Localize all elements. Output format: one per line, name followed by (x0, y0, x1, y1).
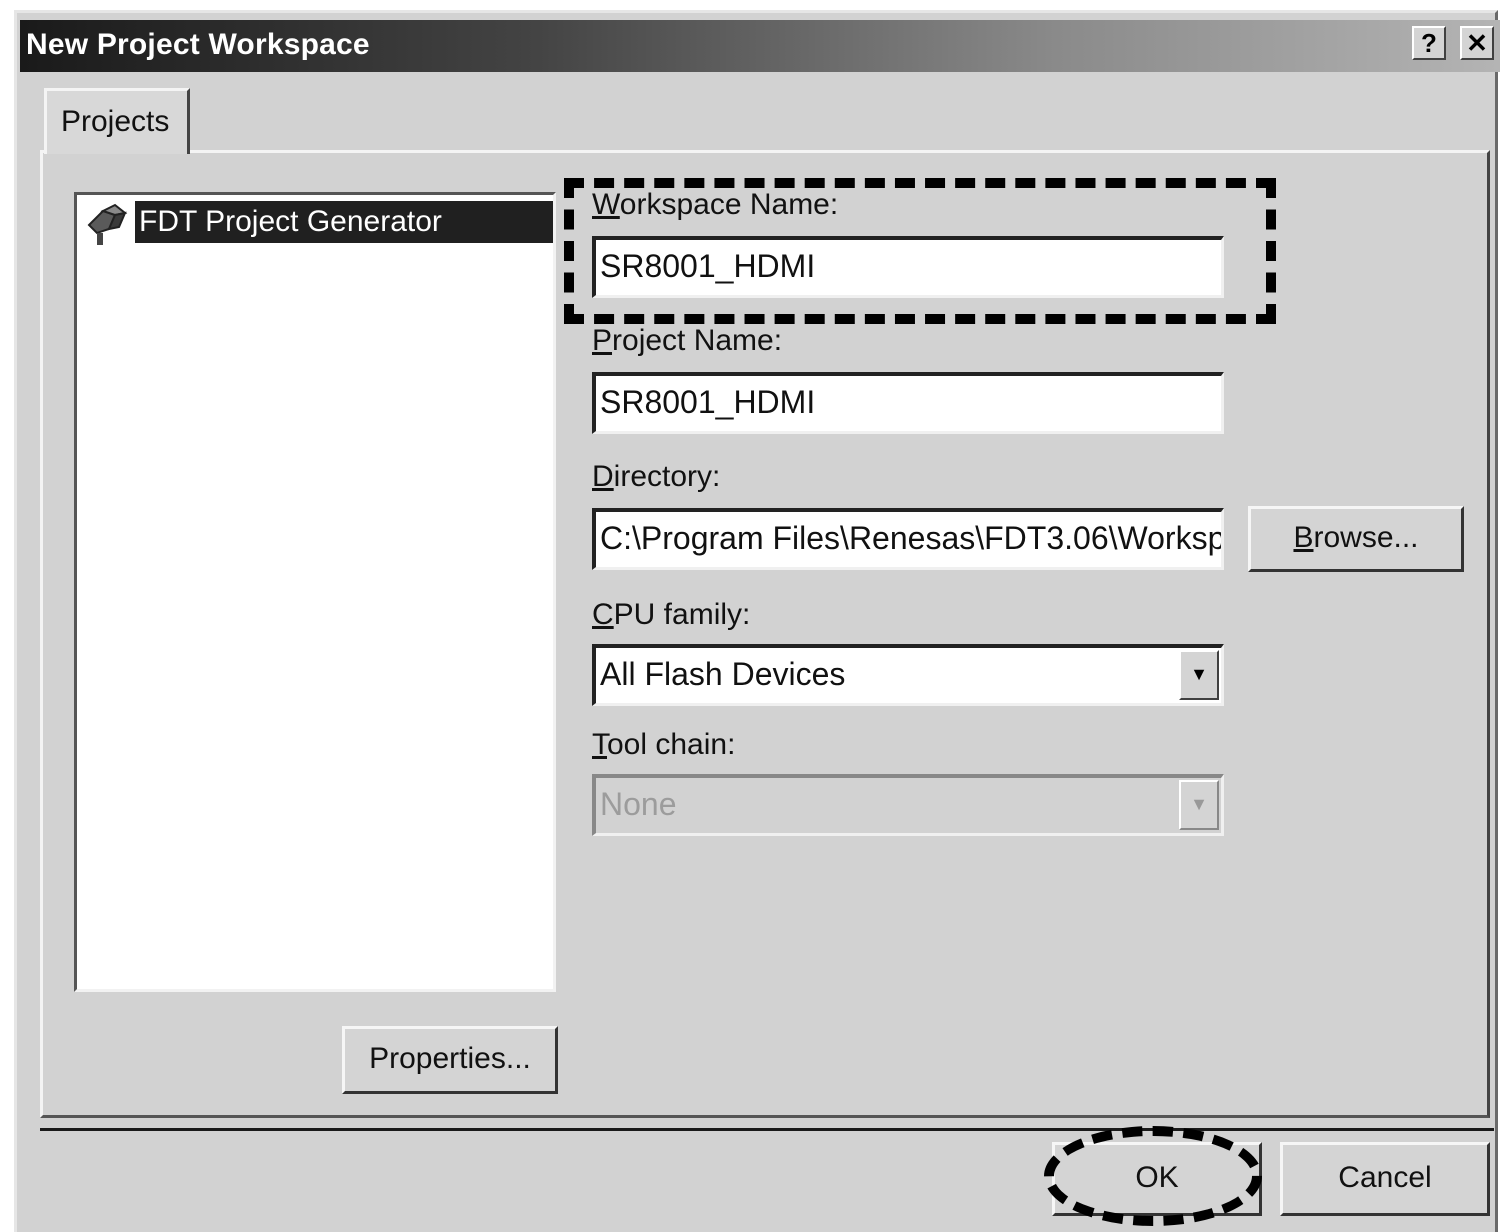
directory-label: Directory: (592, 460, 721, 493)
tool-chain-label: Tool chain: (592, 728, 736, 761)
project-name-label: Project Name: (592, 324, 783, 357)
separator (40, 1128, 1494, 1131)
title-bar: New Project Workspace ? ✕ (20, 20, 1500, 72)
project-generator-icon (85, 203, 131, 247)
tab-projects-label: Projects (61, 105, 170, 138)
close-button[interactable]: ✕ (1460, 26, 1494, 60)
cpu-family-value: All Flash Devices (600, 656, 846, 692)
cpu-family-label: CPU family: (592, 598, 751, 631)
list-item-label: FDT Project Generator (135, 201, 553, 243)
properties-button[interactable]: Properties... (342, 1026, 558, 1094)
workspace-name-input[interactable]: SR8001_HDMI (592, 236, 1224, 298)
list-item-fdt-project-generator[interactable]: FDT Project Generator (83, 201, 553, 247)
chevron-down-icon[interactable]: ▼ (1179, 650, 1219, 700)
tab-projects[interactable]: Projects (44, 88, 190, 154)
browse-button[interactable]: Browse... (1248, 506, 1464, 572)
cpu-family-select[interactable]: All Flash Devices ▼ (592, 644, 1224, 706)
workspace-name-label: Workspace Name: (592, 188, 839, 221)
help-button[interactable]: ? (1412, 26, 1446, 60)
window-title: New Project Workspace (26, 28, 370, 61)
directory-input[interactable]: C:\Program Files\Renesas\FDT3.06\Workspa (592, 508, 1224, 570)
project-type-list[interactable]: FDT Project Generator (74, 192, 556, 992)
project-name-input[interactable]: SR8001_HDMI (592, 372, 1224, 434)
ok-button-highlight (1044, 1126, 1262, 1226)
tool-chain-select: None ▼ (592, 774, 1224, 836)
chevron-down-icon: ▼ (1179, 780, 1219, 830)
cancel-button[interactable]: Cancel (1280, 1142, 1490, 1216)
tool-chain-value: None (600, 786, 677, 822)
